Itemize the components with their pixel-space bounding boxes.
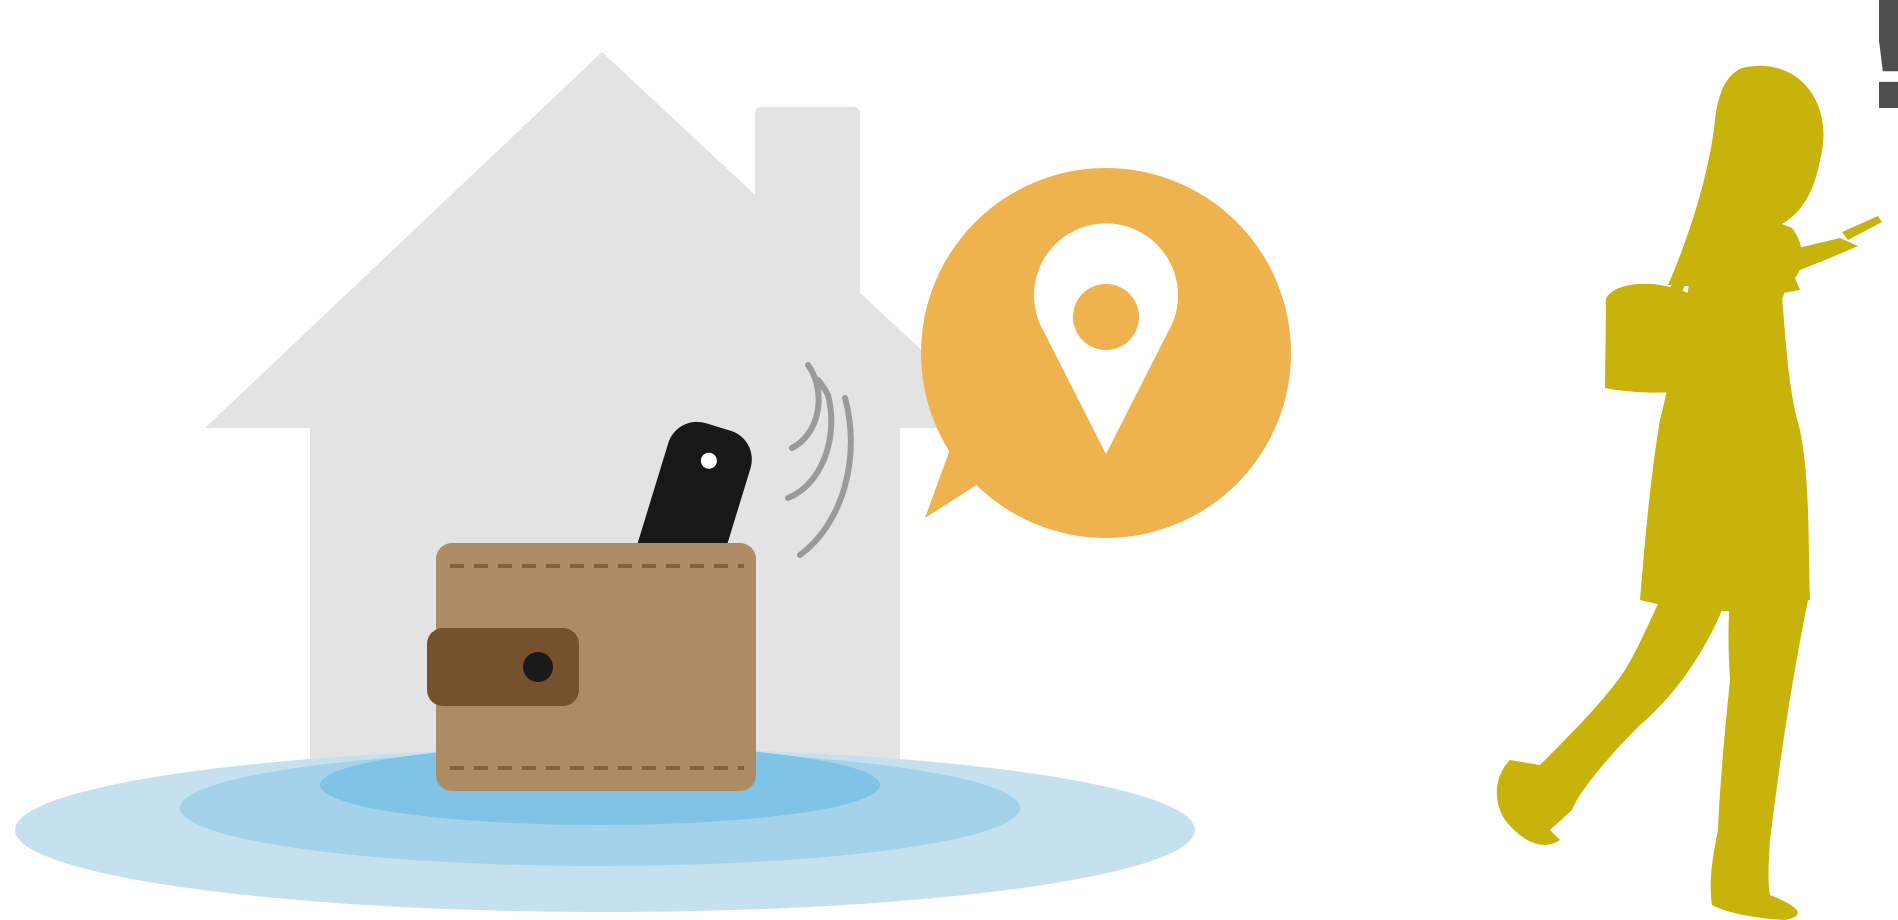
lost-item-illustration: [15, 52, 1882, 920]
alert-exclamation-mark: !: [1858, 0, 1898, 132]
wallet-icon: [427, 543, 756, 791]
speech-bubble-icon: [921, 168, 1291, 538]
woman-walking-with-phone-icon: [1496, 65, 1882, 920]
